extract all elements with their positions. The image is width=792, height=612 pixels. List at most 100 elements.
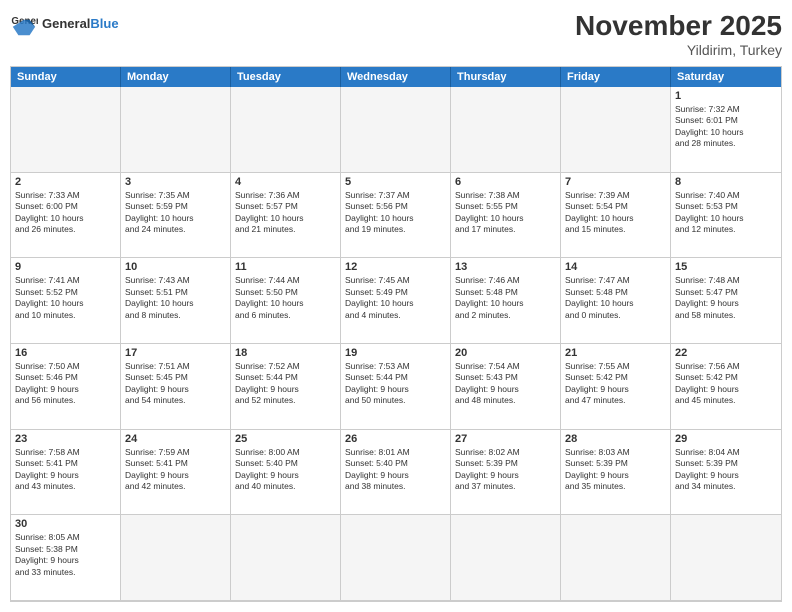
calendar-day-17: 17 Sunrise: 7:51 AM Sunset: 5:45 PM Dayli… xyxy=(121,344,231,430)
calendar-day-29: 29Sunrise: 8:04 AM Sunset: 5:39 PM Dayli… xyxy=(671,430,781,516)
day-number: 7 xyxy=(565,176,666,188)
calendar-day-26: 26 Sunrise: 8:01 AM Sunset: 5:40 PM Dayli… xyxy=(341,430,451,516)
day-info: Sunrise: 7:36 AM Sunset: 5:57 PM Dayligh… xyxy=(235,190,336,236)
calendar-empty-cell xyxy=(231,515,341,601)
day-number: 30 xyxy=(15,518,116,530)
day-info: Sunrise: 8:01 AM Sunset: 5:40 PM Dayligh… xyxy=(345,447,446,493)
day-info: Sunrise: 7:33 AM Sunset: 6:00 PM Dayligh… xyxy=(15,190,116,236)
day-number: 18 xyxy=(235,347,336,359)
day-info: Sunrise: 7:40 AM Sunset: 5:53 PM Dayligh… xyxy=(675,190,777,236)
calendar-empty-cell xyxy=(11,87,121,173)
calendar-day-4: 4 Sunrise: 7:36 AM Sunset: 5:57 PM Daylig… xyxy=(231,173,341,259)
day-number: 6 xyxy=(455,176,556,188)
day-info: Sunrise: 7:51 AM Sunset: 5:45 PM Dayligh… xyxy=(125,361,226,407)
calendar-day-7: 7 Sunrise: 7:39 AM Sunset: 5:54 PM Daylig… xyxy=(561,173,671,259)
day-info: Sunrise: 7:58 AM Sunset: 5:41 PM Dayligh… xyxy=(15,447,116,493)
logo-icon: General xyxy=(10,10,38,38)
calendar-day-3: 3 Sunrise: 7:35 AM Sunset: 5:59 PM Daylig… xyxy=(121,173,231,259)
day-number: 14 xyxy=(565,261,666,273)
calendar-day-1: 1 Sunrise: 7:32 AM Sunset: 6:01 PM Daylig… xyxy=(671,87,781,173)
calendar-empty-cell xyxy=(121,515,231,601)
day-header-thursday: Thursday xyxy=(451,67,561,87)
calendar-day-8: 8 Sunrise: 7:40 AM Sunset: 5:53 PM Daylig… xyxy=(671,173,781,259)
day-info: Sunrise: 7:41 AM Sunset: 5:52 PM Dayligh… xyxy=(15,275,116,321)
day-info: Sunrise: 7:35 AM Sunset: 5:59 PM Dayligh… xyxy=(125,190,226,236)
day-info: Sunrise: 7:43 AM Sunset: 5:51 PM Dayligh… xyxy=(125,275,226,321)
day-number: 11 xyxy=(235,261,336,273)
day-number: 27 xyxy=(455,433,556,445)
day-number: 17 xyxy=(125,347,226,359)
month-year-title: November 2025 xyxy=(575,10,782,42)
calendar-empty-cell xyxy=(451,87,561,173)
day-header-tuesday: Tuesday xyxy=(231,67,341,87)
header: General GeneralBlue November 2025 Yildir… xyxy=(10,10,782,58)
day-header-monday: Monday xyxy=(121,67,231,87)
day-info: Sunrise: 7:59 AM Sunset: 5:41 PM Dayligh… xyxy=(125,447,226,493)
day-info: Sunrise: 7:45 AM Sunset: 5:49 PM Dayligh… xyxy=(345,275,446,321)
day-number: 23 xyxy=(15,433,116,445)
day-number: 8 xyxy=(675,176,777,188)
calendar-day-13: 13Sunrise: 7:46 AM Sunset: 5:48 PM Dayli… xyxy=(451,258,561,344)
day-number: 20 xyxy=(455,347,556,359)
day-number: 12 xyxy=(345,261,446,273)
calendar-empty-cell xyxy=(121,87,231,173)
day-header-friday: Friday xyxy=(561,67,671,87)
calendar-empty-cell xyxy=(341,87,451,173)
day-number: 22 xyxy=(675,347,777,359)
calendar-day-2: 2Sunrise: 7:33 AM Sunset: 6:00 PM Daylig… xyxy=(11,173,121,259)
day-info: Sunrise: 7:54 AM Sunset: 5:43 PM Dayligh… xyxy=(455,361,556,407)
calendar-day-23: 23 Sunrise: 7:58 AM Sunset: 5:41 PM Dayli… xyxy=(11,430,121,516)
day-number: 3 xyxy=(125,176,226,188)
calendar-empty-cell xyxy=(451,515,561,601)
day-number: 1 xyxy=(675,90,777,102)
calendar-empty-cell xyxy=(671,515,781,601)
calendar-day-14: 14 Sunrise: 7:47 AM Sunset: 5:48 PM Dayli… xyxy=(561,258,671,344)
day-info: Sunrise: 7:39 AM Sunset: 5:54 PM Dayligh… xyxy=(565,190,666,236)
day-number: 26 xyxy=(345,433,446,445)
calendar: SundayMondayTuesdayWednesdayThursdayFrid… xyxy=(10,66,782,602)
calendar-day-28: 28Sunrise: 8:03 AM Sunset: 5:39 PM Dayli… xyxy=(561,430,671,516)
day-header-wednesday: Wednesday xyxy=(341,67,451,87)
day-info: Sunrise: 7:56 AM Sunset: 5:42 PM Dayligh… xyxy=(675,361,777,407)
calendar-day-22: 22 Sunrise: 7:56 AM Sunset: 5:42 PM Dayli… xyxy=(671,344,781,430)
day-number: 24 xyxy=(125,433,226,445)
day-header-sunday: Sunday xyxy=(11,67,121,87)
day-info: Sunrise: 7:53 AM Sunset: 5:44 PM Dayligh… xyxy=(345,361,446,407)
calendar-grid: 1 Sunrise: 7:32 AM Sunset: 6:01 PM Daylig… xyxy=(11,87,781,601)
day-info: Sunrise: 7:47 AM Sunset: 5:48 PM Dayligh… xyxy=(565,275,666,321)
day-info: Sunrise: 7:48 AM Sunset: 5:47 PM Dayligh… xyxy=(675,275,777,321)
calendar-day-19: 19 Sunrise: 7:53 AM Sunset: 5:44 PM Dayli… xyxy=(341,344,451,430)
day-number: 19 xyxy=(345,347,446,359)
day-info: Sunrise: 7:50 AM Sunset: 5:46 PM Dayligh… xyxy=(15,361,116,407)
day-number: 10 xyxy=(125,261,226,273)
day-number: 4 xyxy=(235,176,336,188)
calendar-day-10: 10 Sunrise: 7:43 AM Sunset: 5:51 PM Dayli… xyxy=(121,258,231,344)
day-info: Sunrise: 7:52 AM Sunset: 5:44 PM Dayligh… xyxy=(235,361,336,407)
day-number: 16 xyxy=(15,347,116,359)
day-info: Sunrise: 7:37 AM Sunset: 5:56 PM Dayligh… xyxy=(345,190,446,236)
day-number: 15 xyxy=(675,261,777,273)
calendar-day-5: 5 Sunrise: 7:37 AM Sunset: 5:56 PM Daylig… xyxy=(341,173,451,259)
location-subtitle: Yildirim, Turkey xyxy=(575,42,782,58)
calendar-day-24: 24 Sunrise: 7:59 AM Sunset: 5:41 PM Dayli… xyxy=(121,430,231,516)
calendar-day-6: 6Sunrise: 7:38 AM Sunset: 5:55 PM Daylig… xyxy=(451,173,561,259)
calendar-day-27: 27Sunrise: 8:02 AM Sunset: 5:39 PM Dayli… xyxy=(451,430,561,516)
day-number: 21 xyxy=(565,347,666,359)
day-info: Sunrise: 7:55 AM Sunset: 5:42 PM Dayligh… xyxy=(565,361,666,407)
calendar-empty-cell xyxy=(341,515,451,601)
day-info: Sunrise: 7:32 AM Sunset: 6:01 PM Dayligh… xyxy=(675,104,777,150)
day-number: 29 xyxy=(675,433,777,445)
calendar-empty-cell xyxy=(561,87,671,173)
calendar-empty-cell xyxy=(231,87,341,173)
calendar-empty-cell xyxy=(561,515,671,601)
day-info: Sunrise: 7:46 AM Sunset: 5:48 PM Dayligh… xyxy=(455,275,556,321)
day-info: Sunrise: 8:03 AM Sunset: 5:39 PM Dayligh… xyxy=(565,447,666,493)
day-info: Sunrise: 8:05 AM Sunset: 5:38 PM Dayligh… xyxy=(15,532,116,578)
day-number: 5 xyxy=(345,176,446,188)
calendar-day-21: 21 Sunrise: 7:55 AM Sunset: 5:42 PM Dayli… xyxy=(561,344,671,430)
logo: General GeneralBlue xyxy=(10,10,119,38)
calendar-day-25: 25Sunrise: 8:00 AM Sunset: 5:40 PM Dayli… xyxy=(231,430,341,516)
calendar-day-16: 16 Sunrise: 7:50 AM Sunset: 5:46 PM Dayli… xyxy=(11,344,121,430)
day-info: Sunrise: 7:44 AM Sunset: 5:50 PM Dayligh… xyxy=(235,275,336,321)
day-headers-row: SundayMondayTuesdayWednesdayThursdayFrid… xyxy=(11,67,781,87)
